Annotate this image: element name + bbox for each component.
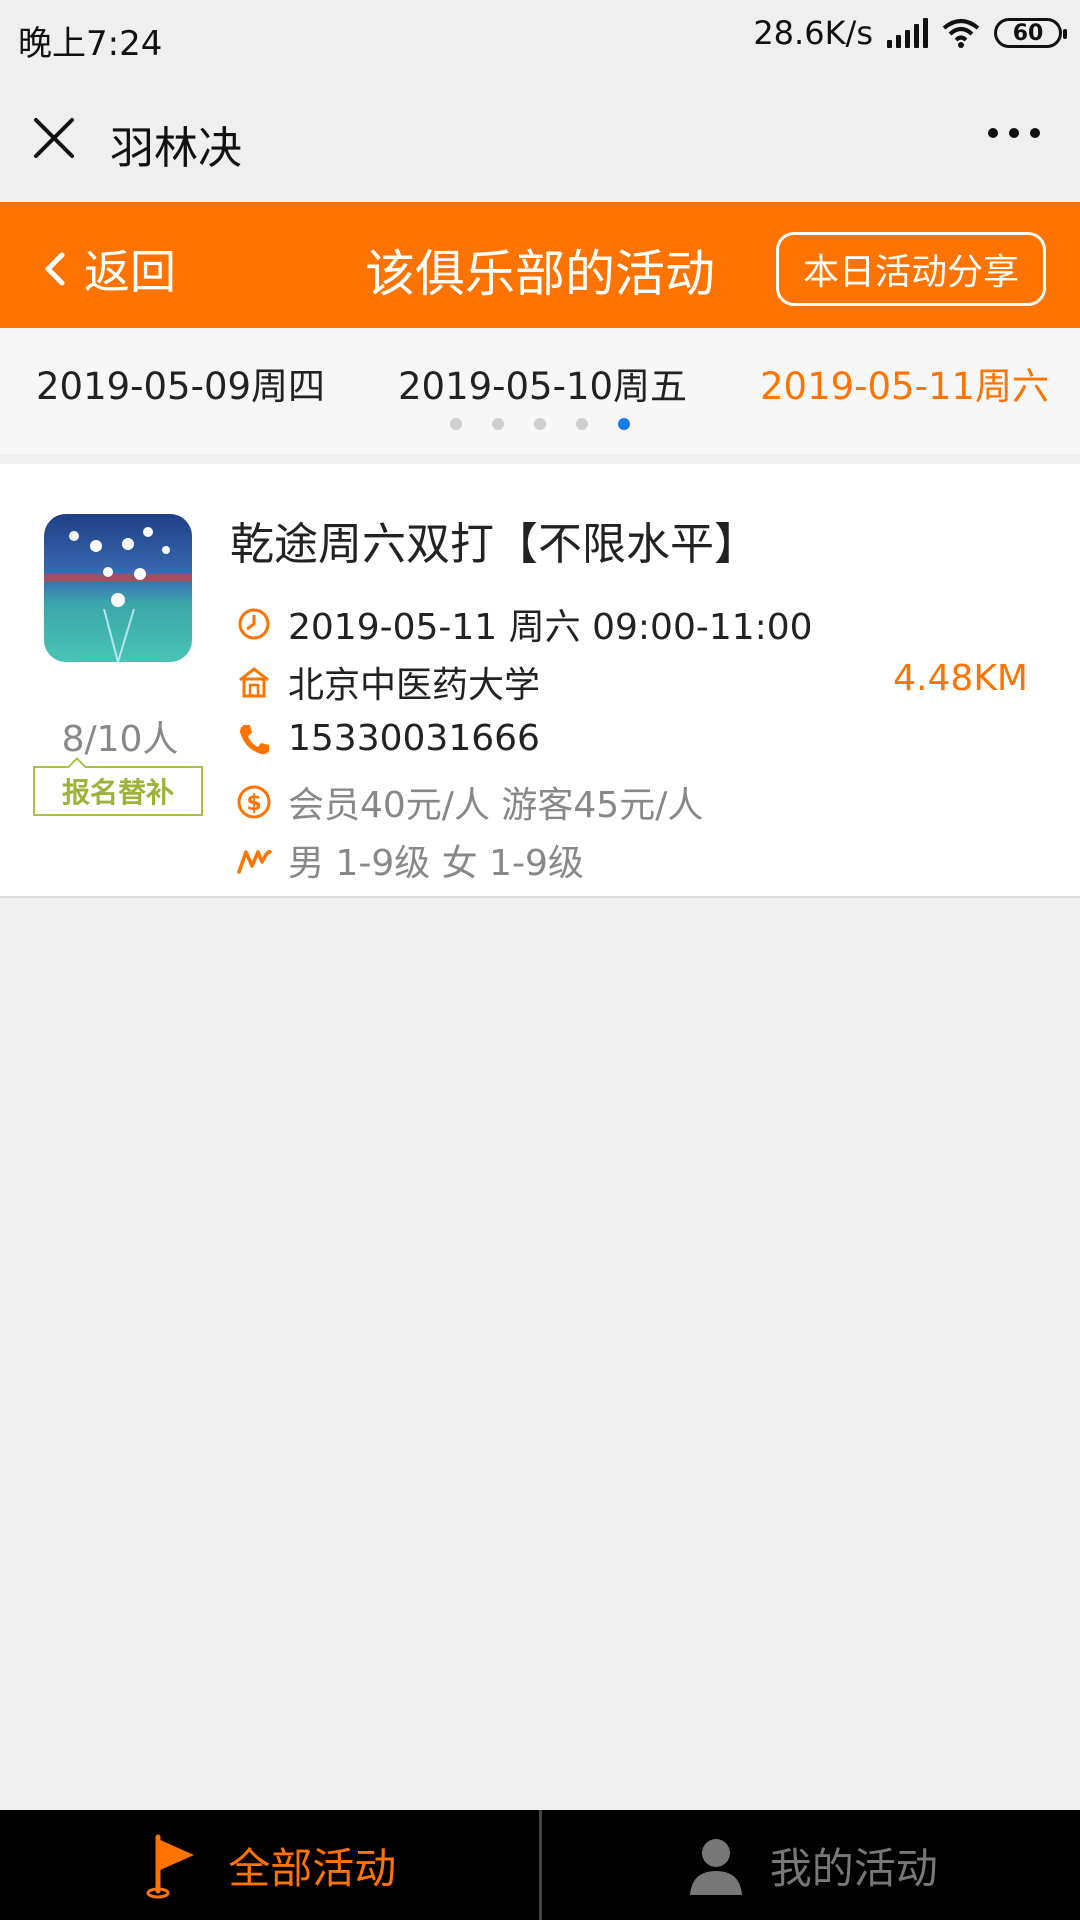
price-text: 会员40元/人 游客45元/人 <box>288 785 704 826</box>
user-icon <box>689 1839 742 1895</box>
share-today-button[interactable]: 本日活动分享 <box>776 232 1046 306</box>
page-dot[interactable] <box>534 418 546 430</box>
money-icon: $ <box>237 785 271 819</box>
bottom-tab-bar: 全部活动 我的活动 <box>0 1810 1080 1920</box>
venue-row: 北京中医药大学 <box>236 656 540 708</box>
battery-icon: 60 <box>994 18 1067 48</box>
network-speed: 28.6K/s <box>753 14 873 52</box>
distance: 4.48KM <box>893 658 1028 699</box>
battery-level: 60 <box>1012 20 1044 46</box>
mini-program-title: 羽林决 <box>110 123 242 174</box>
participant-count: 8/10人 <box>61 719 179 760</box>
status-bar: 晚上7:24 28.6K/s 60 <box>0 0 1080 76</box>
price-row: $ 会员40元/人 游客45元/人 <box>236 776 703 828</box>
flag-icon <box>146 1834 195 1899</box>
wechat-title-bar: 羽林决 <box>0 76 1080 202</box>
tab-all-label: 全部活动 <box>228 1843 397 1893</box>
page-header: 返回 该俱乐部的活动 本日活动分享 <box>0 202 1080 328</box>
tab-all-activities[interactable]: 全部活动 <box>0 1810 539 1920</box>
building-icon <box>239 667 269 698</box>
tab-my-activities[interactable]: 我的活动 <box>542 1810 1080 1920</box>
activity-time-row: 2019-05-11 周六 09:00-11:00 <box>236 598 813 650</box>
level-text: 男 1-9级 女 1-9级 <box>288 843 584 884</box>
status-right: 28.6K/s 60 <box>753 14 1067 52</box>
status-badge: 报名替补 <box>33 766 203 816</box>
signal-icon <box>887 18 928 48</box>
phone-row[interactable]: 15330031666 <box>236 718 540 759</box>
date-selector: 2019-05-09周四 2019-05-10周五 2019-05-11周六 <box>0 328 1080 454</box>
activity-thumbnail <box>44 514 192 662</box>
page-indicator <box>450 418 630 430</box>
date-item[interactable]: 2019-05-10周五 <box>398 356 687 410</box>
venue-name: 北京中医药大学 <box>288 665 541 706</box>
date-item-selected[interactable]: 2019-05-11周六 <box>760 356 1049 410</box>
activity-time: 2019-05-11 周六 09:00-11:00 <box>288 607 813 648</box>
date-item[interactable]: 2019-05-09周四 <box>36 356 325 410</box>
activity-title: 乾途周六双打【不限水平】 <box>230 519 758 570</box>
wifi-icon <box>942 19 980 48</box>
level-row: 男 1-9级 女 1-9级 <box>236 834 584 886</box>
phone-icon <box>240 724 269 754</box>
page-dot[interactable] <box>576 418 588 430</box>
svg-text:$: $ <box>246 791 261 816</box>
more-icon[interactable] <box>988 128 1040 138</box>
page-dot[interactable] <box>492 418 504 430</box>
clock-icon <box>238 608 270 640</box>
page-dot-active[interactable] <box>618 418 630 430</box>
close-icon[interactable] <box>28 112 80 164</box>
status-time: 晚上7:24 <box>18 24 163 64</box>
tab-mine-label: 我的活动 <box>769 1843 938 1893</box>
page-dot[interactable] <box>450 418 462 430</box>
phone-number[interactable]: 15330031666 <box>288 718 540 759</box>
level-icon <box>237 849 272 874</box>
activity-card[interactable]: 8/10人 报名替补 乾途周六双打【不限水平】 2019-05-11 周六 09… <box>0 464 1080 898</box>
